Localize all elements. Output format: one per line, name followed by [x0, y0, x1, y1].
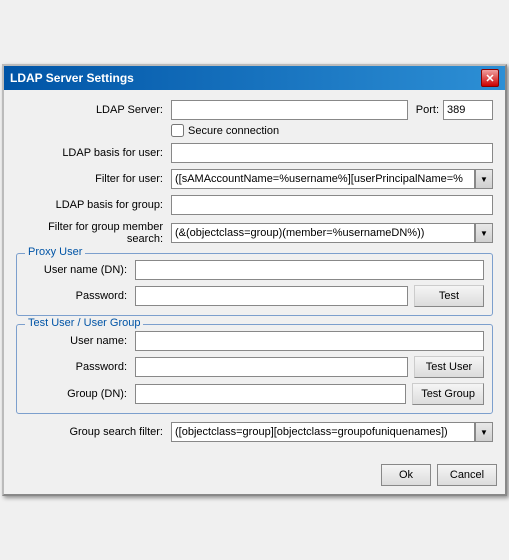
filter-group-wrap: ▼ [171, 223, 493, 243]
group-search-row: Group search filter: ▼ [16, 422, 493, 442]
filter-group-input[interactable] [171, 223, 475, 243]
filter-user-input[interactable] [171, 169, 475, 189]
test-password-label: Password: [25, 361, 135, 373]
test-password-row: Password: Test User [25, 356, 484, 378]
test-group-button[interactable]: Test Group [412, 383, 484, 405]
secure-connection-label: Secure connection [188, 125, 279, 137]
ldap-server-input-area: Port: [171, 100, 493, 120]
ldap-basis-group-row: LDAP basis for group: [16, 195, 493, 215]
group-search-label: Group search filter: [16, 426, 171, 438]
test-user-button[interactable]: Test User [414, 356, 484, 378]
ldap-basis-user-input[interactable] [171, 143, 493, 163]
test-group-input[interactable] [135, 384, 406, 404]
ldap-basis-group-input[interactable] [171, 195, 493, 215]
proxy-username-input[interactable] [135, 260, 484, 280]
proxy-password-input[interactable] [135, 286, 408, 306]
cancel-button[interactable]: Cancel [437, 464, 497, 486]
filter-user-row: Filter for user: ▼ [16, 169, 493, 189]
ldap-basis-user-row: LDAP basis for user: [16, 143, 493, 163]
close-button[interactable]: ✕ [481, 69, 499, 87]
window-title: LDAP Server Settings [10, 71, 134, 85]
filter-user-label: Filter for user: [16, 173, 171, 185]
ldap-basis-group-label: LDAP basis for group: [16, 199, 171, 211]
test-username-input[interactable] [135, 331, 484, 351]
main-window: LDAP Server Settings ✕ LDAP Server: Port… [2, 64, 507, 496]
filter-user-dropdown-arrow[interactable]: ▼ [475, 169, 493, 189]
port-label: Port: [416, 104, 439, 116]
proxy-test-button[interactable]: Test [414, 285, 484, 307]
proxy-password-label: Password: [25, 290, 135, 302]
title-bar: LDAP Server Settings ✕ [4, 66, 505, 90]
group-search-dropdown-arrow[interactable]: ▼ [475, 422, 493, 442]
secure-connection-row: Secure connection [171, 124, 493, 137]
proxy-password-row: Password: Test [25, 285, 484, 307]
test-user-group: Test User / User Group User name: Passwo… [16, 324, 493, 414]
proxy-username-label: User name (DN): [25, 264, 135, 276]
filter-group-dropdown-arrow[interactable]: ▼ [475, 223, 493, 243]
test-password-input[interactable] [135, 357, 408, 377]
proxy-user-group: Proxy User User name (DN): Password: Tes… [16, 253, 493, 316]
filter-group-row: Filter for group member search: ▼ [16, 221, 493, 245]
ldap-server-label: LDAP Server: [16, 104, 171, 116]
test-group-label: Group (DN): [25, 388, 135, 400]
test-username-row: User name: [25, 331, 484, 351]
proxy-user-title: Proxy User [25, 246, 85, 258]
ldap-server-row: LDAP Server: Port: [16, 100, 493, 120]
form-content: LDAP Server: Port: Secure connection LDA… [4, 90, 505, 458]
port-input[interactable] [443, 100, 493, 120]
ok-button[interactable]: Ok [381, 464, 431, 486]
filter-user-wrap: ▼ [171, 169, 493, 189]
ldap-server-input[interactable] [171, 100, 408, 120]
proxy-username-row: User name (DN): [25, 260, 484, 280]
secure-connection-checkbox[interactable] [171, 124, 184, 137]
test-user-title: Test User / User Group [25, 317, 143, 329]
group-search-wrap: ▼ [171, 422, 493, 442]
bottom-buttons: Ok Cancel [4, 458, 505, 494]
test-group-row: Group (DN): Test Group [25, 383, 484, 405]
ldap-basis-user-label: LDAP basis for user: [16, 147, 171, 159]
test-username-label: User name: [25, 335, 135, 347]
filter-group-label: Filter for group member search: [16, 221, 171, 245]
group-search-input[interactable] [171, 422, 475, 442]
